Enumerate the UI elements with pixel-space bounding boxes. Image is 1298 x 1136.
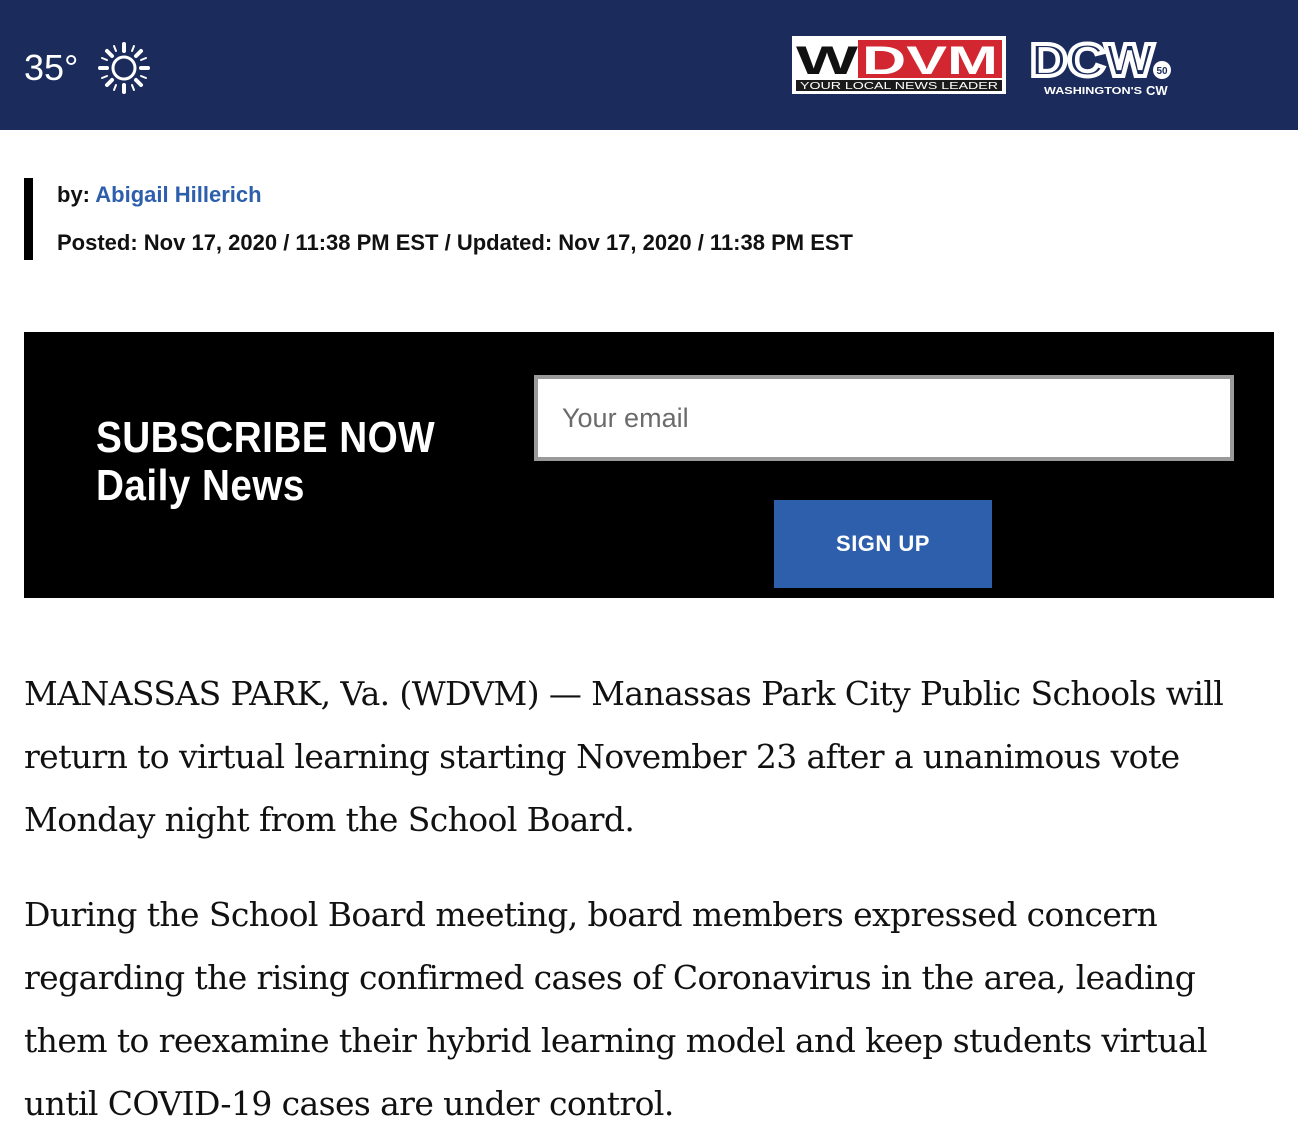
article-paragraph: MANASSAS PARK, Va. (WDVM) — Manassas Par… [24,674,1224,839]
dcw-logo[interactable]: DCW 50 WASHINGTON'S CW [1030,34,1178,98]
site-header: 35° W DVM YOUR LOCAL NEWS LEADER DCW 50 … [0,0,1298,130]
subscribe-title: SUBSCRIBE NOW [96,413,436,462]
svg-text:DCW: DCW [1030,34,1155,86]
weather-widget[interactable]: 35° [24,42,151,94]
email-input[interactable] [534,375,1234,461]
article-body: MANASSAS PARK, Va. (WDVM) — Manassas Par… [24,662,1274,1136]
subscribe-subtitle: Daily News [96,461,305,510]
sign-up-button[interactable]: SIGN UP [774,500,992,588]
svg-text:50: 50 [1156,66,1168,77]
svg-text:W: W [796,39,858,83]
author-link[interactable]: Abigail Hillerich [95,182,261,207]
svg-text:YOUR LOCAL NEWS LEADER: YOUR LOCAL NEWS LEADER [800,81,998,92]
svg-text:CW: CW [1146,83,1168,98]
by-label: by: [57,182,90,207]
svg-text:WASHINGTON'S: WASHINGTON'S [1044,86,1142,97]
sun-icon [98,42,151,94]
temperature: 35° [24,47,79,88]
author-line: by: Abigail Hillerich [57,180,853,210]
wdvm-logo[interactable]: W DVM YOUR LOCAL NEWS LEADER [792,36,1006,94]
posted-date: Posted: Nov 17, 2020 / 11:38 PM EST / Up… [57,230,853,255]
svg-text:DVM: DVM [862,39,998,83]
subscribe-heading: SUBSCRIBE NOW Daily News [96,414,435,510]
article-paragraph: During the School Board meeting, board m… [24,895,1208,1123]
article-byline: by: Abigail Hillerich Posted: Nov 17, 20… [24,178,853,260]
newsletter-signup: SUBSCRIBE NOW Daily News SIGN UP [24,332,1274,598]
